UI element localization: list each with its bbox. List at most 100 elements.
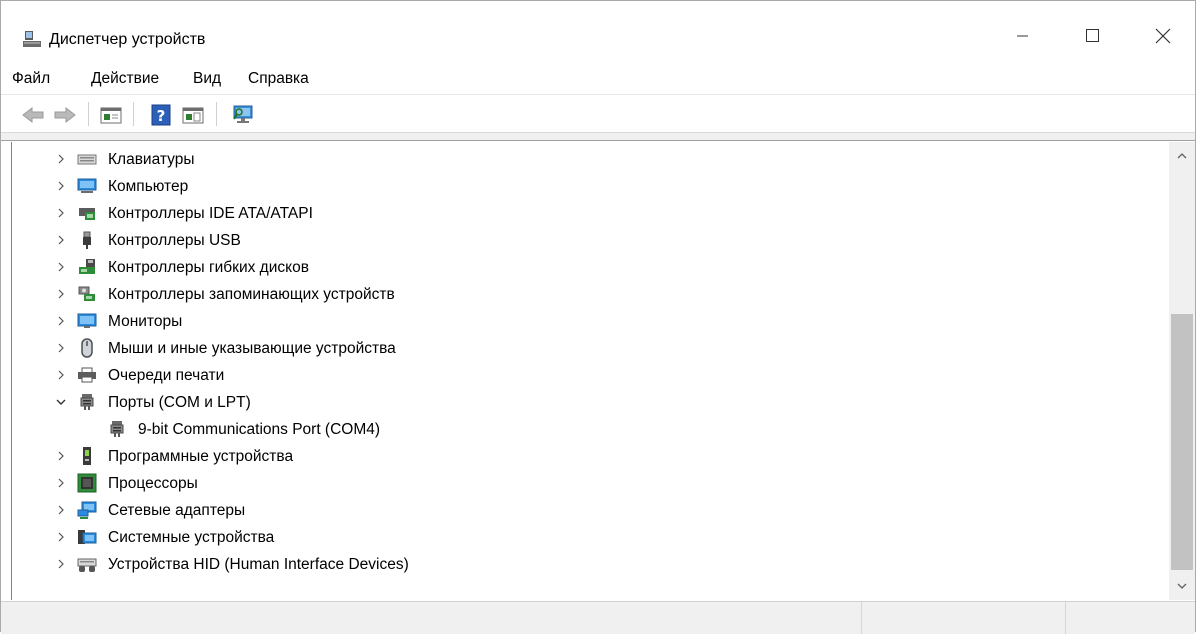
maximize-button[interactable] <box>1070 21 1116 55</box>
tree-item-label: 9-bit Communications Port (COM4) <box>138 421 381 438</box>
menu-file[interactable]: Файл <box>12 70 50 88</box>
close-button[interactable] <box>1140 21 1186 55</box>
computer-icon <box>77 176 97 196</box>
chevron-down-icon <box>1177 577 1187 595</box>
toolbar: ? <box>1 96 1195 132</box>
tree-item-hid-devices[interactable]: Устройства HID (Human Interface Devices) <box>12 551 1169 578</box>
chevron-right-icon[interactable] <box>55 233 67 245</box>
forward-icon[interactable] <box>53 103 77 127</box>
tree-item-label: Компьютер <box>108 178 189 195</box>
hid-icon <box>77 554 97 574</box>
update-driver-icon[interactable] <box>181 103 205 127</box>
tree-item-label: Сетевые адаптеры <box>108 502 246 519</box>
chevron-right-icon[interactable] <box>55 179 67 191</box>
tree-item-label: Мониторы <box>108 313 183 330</box>
tree-item-label: Контроллеры запоминающих устройств <box>108 286 395 303</box>
tree-item-keyboards[interactable]: Клавиатуры <box>12 146 1169 173</box>
chevron-right-icon[interactable] <box>55 287 67 299</box>
status-pane <box>1065 602 1066 634</box>
tree-item-label: Мыши и иные указывающие устройства <box>108 340 396 357</box>
tree-item-floppy-controllers[interactable]: Контроллеры гибких дисков <box>12 254 1169 281</box>
device-tree: Клавиатуры Компьютер Контроллеры IDE ATA… <box>11 142 1169 600</box>
help-icon[interactable]: ? <box>149 103 173 127</box>
vertical-scrollbar[interactable] <box>1169 142 1195 600</box>
tree-item-mice[interactable]: Мыши и иные указывающие устройства <box>12 335 1169 362</box>
device-manager-app-icon <box>22 29 42 49</box>
chevron-right-icon[interactable] <box>55 530 67 542</box>
tree-item-computer[interactable]: Компьютер <box>12 173 1169 200</box>
chevron-right-icon[interactable] <box>55 314 67 326</box>
tree-frame-top <box>1 133 1195 141</box>
chevron-down-icon[interactable] <box>55 395 67 407</box>
keyboard-icon <box>77 149 97 169</box>
printer-icon <box>77 365 97 385</box>
toolbar-separator <box>216 102 217 126</box>
chevron-up-icon <box>1177 147 1187 165</box>
tree-item-label: Контроллеры IDE ATA/ATAPI <box>108 205 313 222</box>
toolbar-separator <box>133 102 134 126</box>
port-icon <box>107 419 127 439</box>
tree-item-label: Устройства HID (Human Interface Devices) <box>108 556 409 573</box>
chevron-right-icon[interactable] <box>55 503 67 515</box>
scroll-up-button[interactable] <box>1169 142 1195 170</box>
tree-item-monitors[interactable]: Мониторы <box>12 308 1169 335</box>
status-bar <box>1 601 1195 634</box>
back-icon[interactable] <box>21 103 45 127</box>
chevron-right-icon[interactable] <box>55 449 67 461</box>
tree-item-ports[interactable]: Порты (COM и LPT) <box>12 389 1169 416</box>
tree-item-label: Контроллеры USB <box>108 232 241 249</box>
usb-icon <box>77 230 97 250</box>
system-device-icon <box>77 527 97 547</box>
status-pane <box>861 602 862 634</box>
tree-item-software-devices[interactable]: Программные устройства <box>12 443 1169 470</box>
svg-text:?: ? <box>157 107 166 125</box>
network-adapter-icon <box>77 500 97 520</box>
menu-divider <box>1 94 1195 95</box>
chevron-right-icon[interactable] <box>55 260 67 272</box>
close-icon <box>1155 28 1171 49</box>
software-device-icon <box>77 446 97 466</box>
tree-item-system-devices[interactable]: Системные устройства <box>12 524 1169 551</box>
tree-item-com4[interactable]: 9-bit Communications Port (COM4) <box>12 416 1169 443</box>
scan-hardware-icon[interactable] <box>231 103 255 127</box>
chevron-right-icon[interactable] <box>55 341 67 353</box>
storage-controller-icon <box>77 284 97 304</box>
scroll-thumb[interactable] <box>1171 314 1193 570</box>
ide-controller-icon <box>77 203 97 223</box>
mouse-icon <box>77 338 97 358</box>
chevron-right-icon[interactable] <box>55 206 67 218</box>
minimize-icon <box>1017 29 1029 47</box>
window-title: Диспетчер устройств <box>49 31 206 48</box>
tree-item-network-adapters[interactable]: Сетевые адаптеры <box>12 497 1169 524</box>
tree-item-usb-controllers[interactable]: Контроллеры USB <box>12 227 1169 254</box>
tree-item-label: Контроллеры гибких дисков <box>108 259 309 276</box>
tree-item-label: Клавиатуры <box>108 151 195 168</box>
port-icon <box>77 392 97 412</box>
toolbar-separator <box>88 102 89 126</box>
title-bar: Диспетчер устройств <box>1 1 1195 61</box>
properties-icon[interactable] <box>99 103 123 127</box>
processor-icon <box>77 473 97 493</box>
chevron-right-icon[interactable] <box>55 557 67 569</box>
tree-item-processors[interactable]: Процессоры <box>12 470 1169 497</box>
minimize-button[interactable] <box>1000 21 1046 55</box>
menu-help[interactable]: Справка <box>248 70 309 88</box>
tree-item-storage-controllers[interactable]: Контроллеры запоминающих устройств <box>12 281 1169 308</box>
chevron-right-icon[interactable] <box>55 368 67 380</box>
tree-item-label: Программные устройства <box>108 448 294 465</box>
chevron-right-icon[interactable] <box>55 476 67 488</box>
scroll-down-button[interactable] <box>1169 572 1195 600</box>
tree-item-label: Порты (COM и LPT) <box>108 394 251 411</box>
floppy-controller-icon <box>77 257 97 277</box>
tree-item-label: Очереди печати <box>108 367 225 384</box>
tree-item-print-queues[interactable]: Очереди печати <box>12 362 1169 389</box>
tree-item-label: Процессоры <box>108 475 198 492</box>
tree-item-ide-controllers[interactable]: Контроллеры IDE ATA/ATAPI <box>12 200 1169 227</box>
maximize-icon <box>1086 28 1100 48</box>
menu-action[interactable]: Действие <box>91 70 159 88</box>
device-manager-window: Диспетчер устройств Файл Действие Вид Сп… <box>0 0 1196 634</box>
monitor-icon <box>77 311 97 331</box>
tree-item-label: Системные устройства <box>108 529 275 546</box>
chevron-right-icon[interactable] <box>55 152 67 164</box>
menu-view[interactable]: Вид <box>193 70 221 88</box>
